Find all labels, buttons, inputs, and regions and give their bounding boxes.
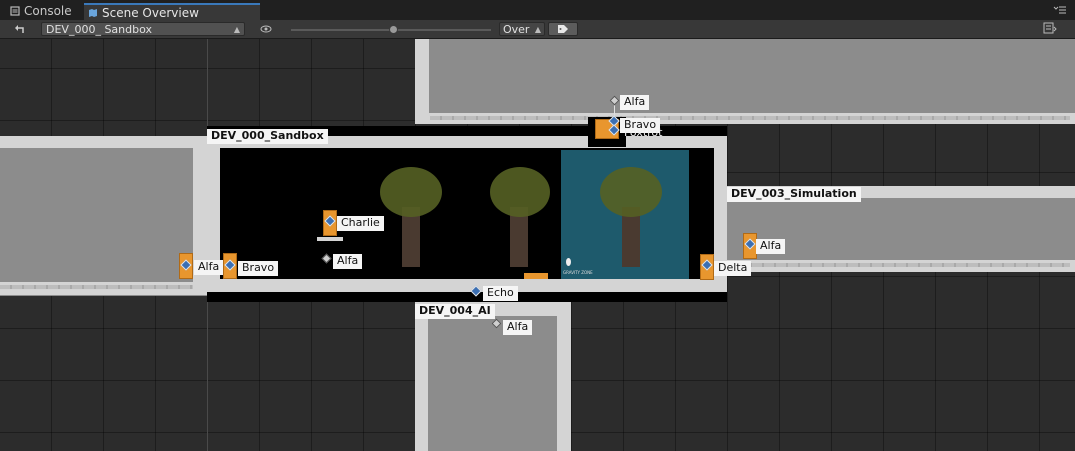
scene-select-value: DEV_000_ Sandbox <box>46 23 152 36</box>
room-left <box>0 136 207 296</box>
tab-console-label: Console <box>24 4 72 18</box>
overlay-select[interactable]: Over ▲ <box>499 22 545 36</box>
floor <box>0 285 193 289</box>
toolbar: DEV_000_ Sandbox ▲︎ Over ▲ <box>0 20 1075 39</box>
tab-console[interactable]: Console <box>6 3 84 20</box>
scene-label-simulation[interactable]: DEV_003_Simulation <box>727 187 861 202</box>
map-icon <box>88 6 98 17</box>
floor <box>740 263 1070 267</box>
scene-label-sandbox[interactable]: DEV_000_Sandbox <box>207 129 328 144</box>
door-label-delta[interactable]: Delta <box>714 261 752 276</box>
wall <box>0 136 207 148</box>
door-label-ai-alfa[interactable]: Alfa <box>503 320 533 335</box>
gravity-zone-label: GRAVITY ZONE <box>563 270 593 275</box>
tab-scene-overview-label: Scene Overview <box>102 6 199 20</box>
dropdown-arrow-icon: ▲︎ <box>233 25 240 34</box>
door-label-top-alfa[interactable]: Alfa <box>620 95 650 110</box>
scene-select[interactable]: DEV_000_ Sandbox ▲︎ <box>41 22 245 36</box>
menu-icon[interactable] <box>1053 4 1067 16</box>
tag-button[interactable] <box>548 22 578 36</box>
tab-scene-overview[interactable]: Scene Overview <box>84 3 260 21</box>
scene-canvas[interactable]: GRAVITY ZONE DEV_000_Sandbox DEV_003_Sim… <box>0 39 1075 451</box>
tree <box>490 167 550 267</box>
tree <box>600 167 662 267</box>
wall <box>415 302 428 451</box>
panel-icon[interactable] <box>1043 22 1057 36</box>
platform <box>317 237 343 241</box>
door-label-inner-alfa[interactable]: Alfa <box>333 254 363 269</box>
scene-label-ai[interactable]: DEV_004_AI <box>415 304 495 319</box>
floor <box>430 116 1070 120</box>
overlay-select-value: Over <box>503 23 530 36</box>
wall <box>207 279 727 292</box>
door-label-sim-alfa[interactable]: Alfa <box>756 239 786 254</box>
door-label-left-alfa[interactable]: Alfa <box>194 260 224 275</box>
tag-icon <box>558 25 568 33</box>
undo-icon[interactable] <box>12 21 28 37</box>
console-icon <box>10 4 20 16</box>
room-top <box>415 39 1075 124</box>
dropdown-arrow-icon: ▲ <box>534 25 541 34</box>
tab-bar: Console Scene Overview <box>0 0 1075 21</box>
door-label-echo[interactable]: Echo <box>483 286 518 301</box>
tree <box>380 167 442 267</box>
door-label-charlie[interactable]: Charlie <box>337 216 384 231</box>
door-label-left-bravo[interactable]: Bravo <box>238 261 279 276</box>
wall <box>557 302 571 451</box>
door-label-top-foxtrot[interactable]: Foxtrot <box>620 126 666 141</box>
eye-icon[interactable] <box>259 21 273 37</box>
zoom-slider-thumb[interactable] <box>389 25 398 34</box>
door-marker <box>524 273 548 279</box>
gravity-icon <box>566 258 571 266</box>
wall <box>415 39 429 124</box>
